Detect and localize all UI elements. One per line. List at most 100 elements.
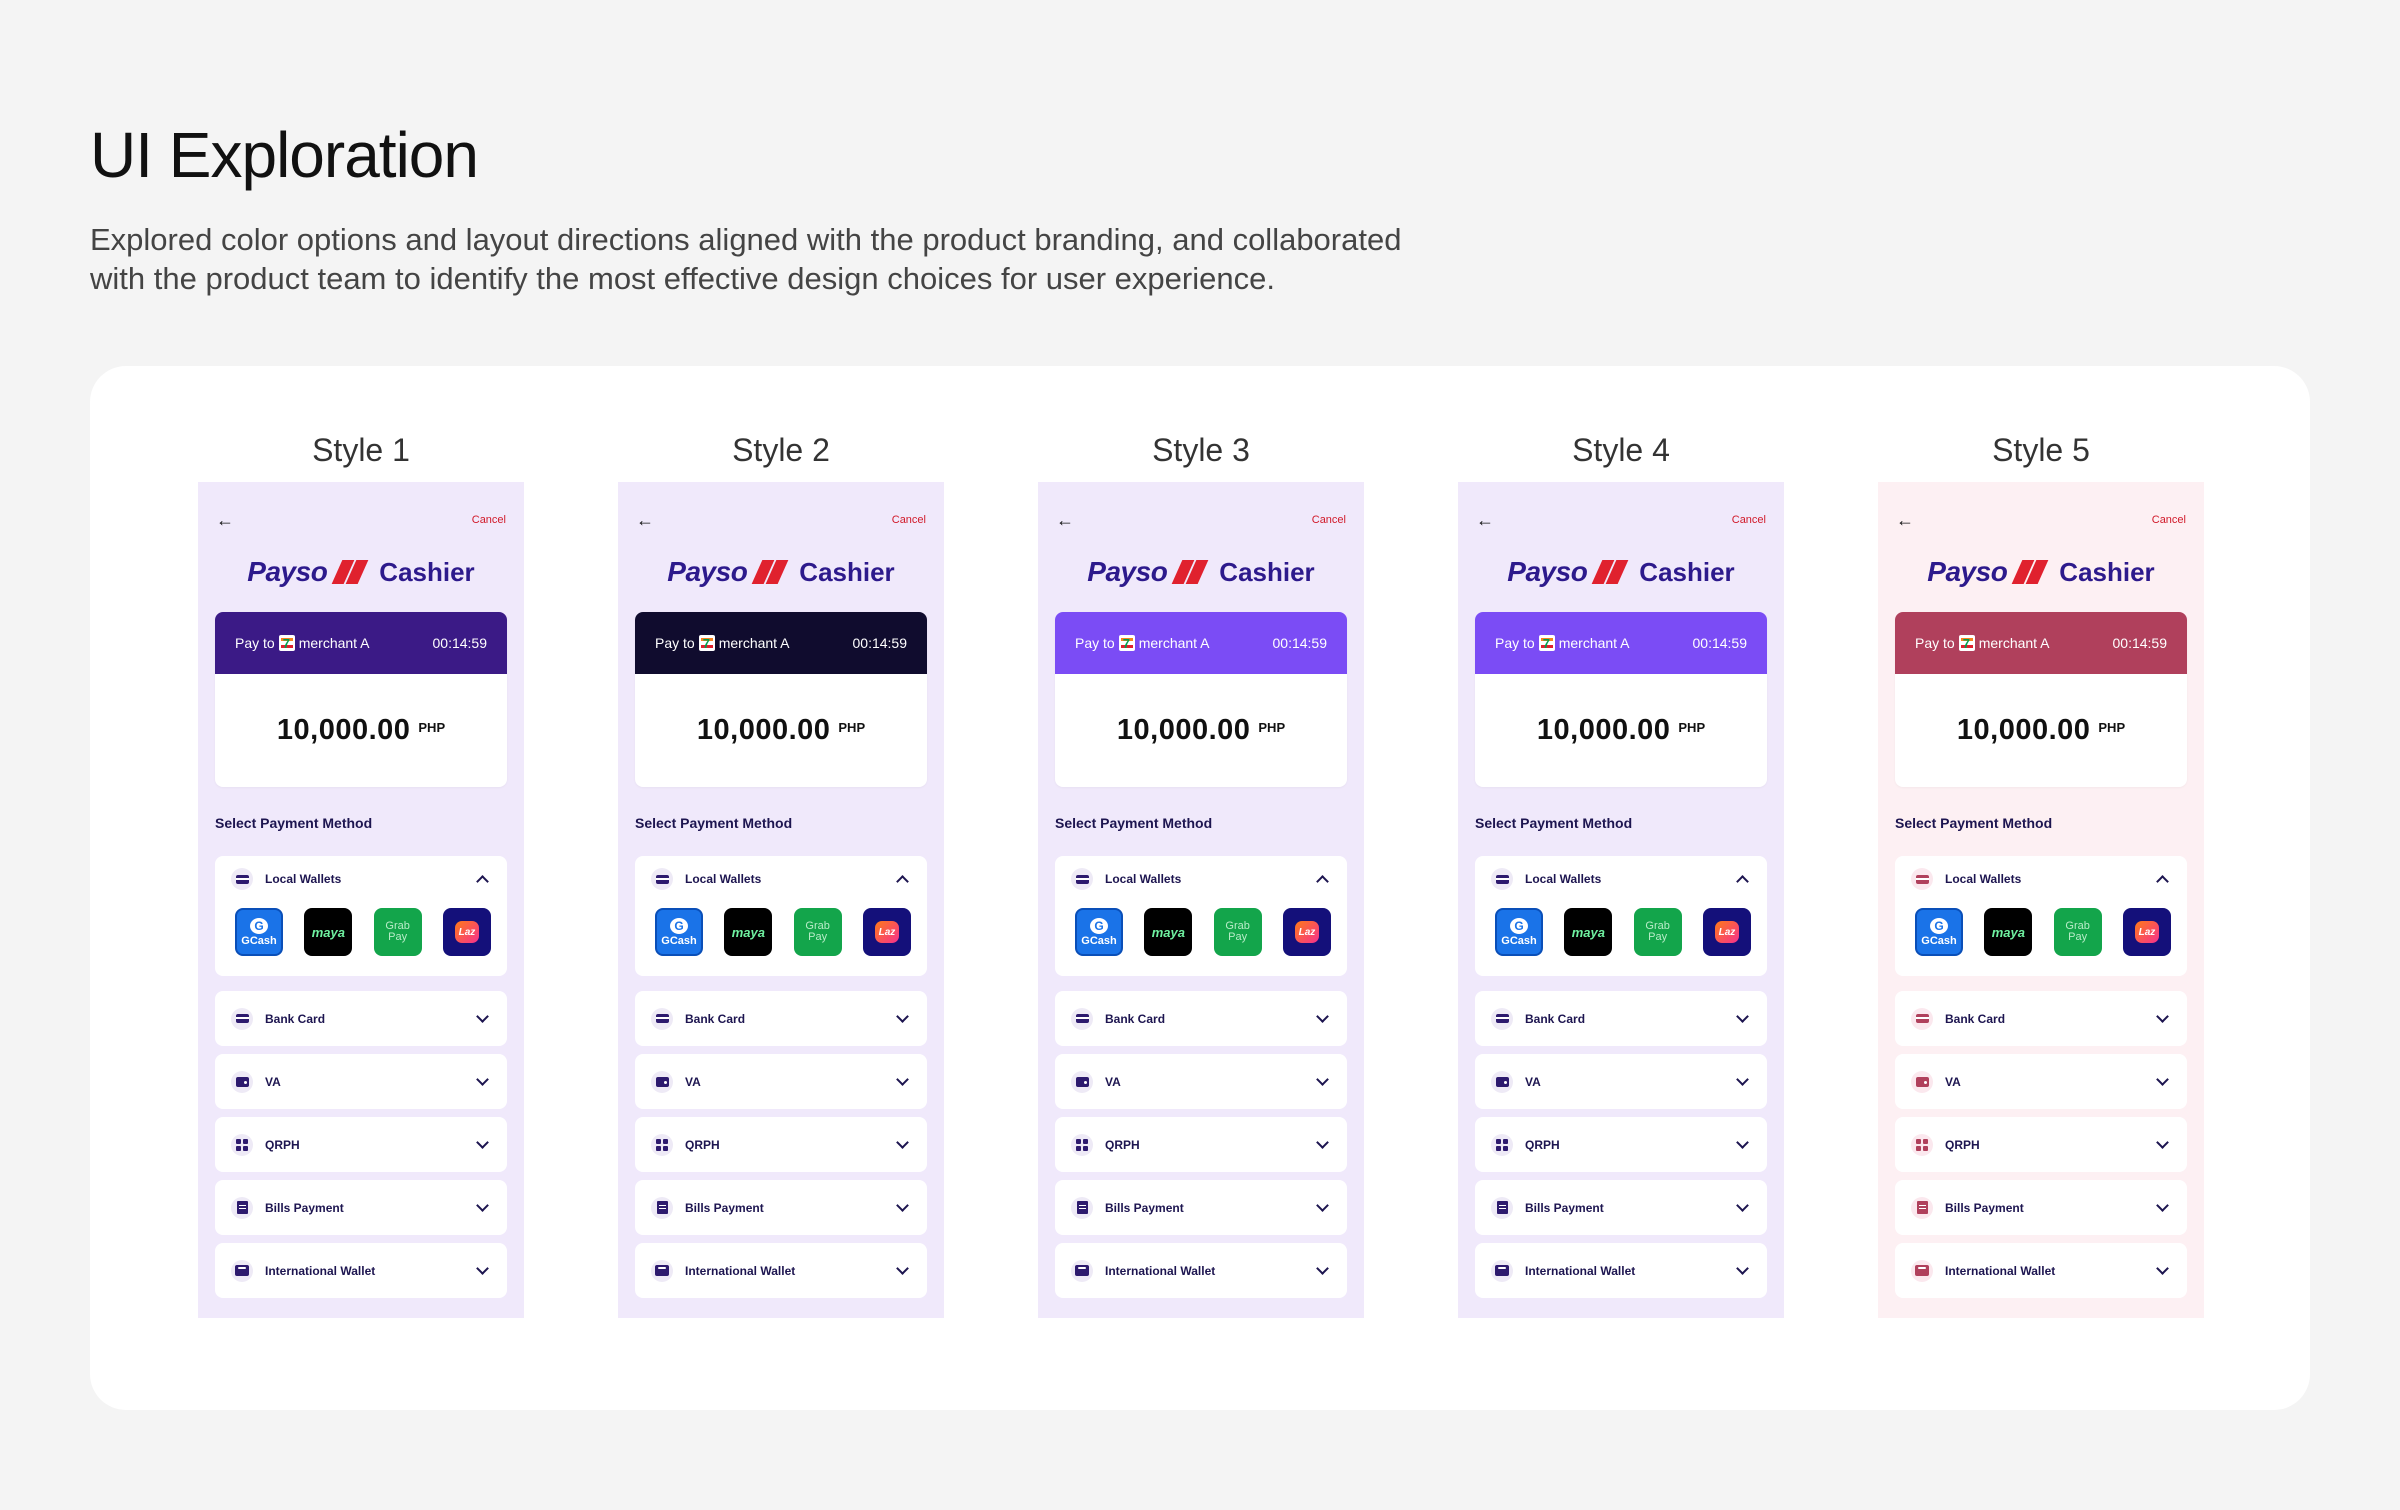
method-row-va[interactable]: VA [1895, 1054, 2187, 1109]
grabpay-option[interactable]: Grab Pay [2053, 908, 2102, 956]
method-row-international-wallet[interactable]: International Wallet [635, 1243, 927, 1298]
method-row-bills-payment[interactable]: Bills Payment [1055, 1180, 1347, 1235]
cancel-button[interactable]: Cancel [2152, 514, 2186, 526]
method-row-international-wallet[interactable]: International Wallet [1895, 1243, 2187, 1298]
method-row-va[interactable]: VA [215, 1054, 507, 1109]
grabpay-option[interactable]: Grab Pay [1213, 908, 1262, 956]
method-label: International Wallet [265, 1263, 376, 1278]
chevron-down-icon[interactable] [1736, 1199, 1749, 1212]
cancel-button[interactable]: Cancel [1312, 514, 1346, 526]
chevron-down-icon[interactable] [896, 1073, 909, 1086]
chevron-down-icon[interactable] [2156, 1136, 2169, 1149]
chevron-down-icon[interactable] [1316, 1136, 1329, 1149]
amount-value: 10,000.00 [1536, 714, 1671, 746]
chevron-down-icon[interactable] [2156, 1262, 2169, 1275]
cancel-button[interactable]: Cancel [1732, 514, 1766, 526]
method-row-qrph[interactable]: QRPH [1895, 1117, 2187, 1172]
method-row-bank-card[interactable]: Bank Card [1895, 991, 2187, 1046]
chevron-down-icon[interactable] [1736, 1010, 1749, 1023]
method-row-international-wallet[interactable]: International Wallet [1055, 1243, 1347, 1298]
chevron-down-icon[interactable] [896, 1262, 909, 1275]
chevron-up-icon[interactable] [896, 874, 909, 888]
method-row-va[interactable]: VA [1475, 1054, 1767, 1109]
method-row-international-wallet[interactable]: International Wallet [1475, 1243, 1767, 1298]
chevron-down-icon[interactable] [896, 1136, 909, 1149]
chevron-down-icon[interactable] [1316, 1073, 1329, 1086]
chevron-down-icon[interactable] [476, 1199, 489, 1212]
local-wallets-header[interactable]: Local Wallets [1071, 868, 1331, 890]
lazada-option[interactable]: Laz [442, 908, 491, 956]
arrow-left-icon[interactable]: ← [1896, 510, 1914, 531]
amount-display: 10,000.00 PHP [1055, 674, 1347, 787]
chevron-down-icon[interactable] [2156, 1073, 2169, 1086]
chevron-up-icon[interactable] [2156, 874, 2169, 888]
arrow-left-icon[interactable]: ← [216, 510, 234, 531]
local-wallets-header[interactable]: Local Wallets [231, 868, 491, 890]
lazada-option[interactable]: Laz [2122, 908, 2171, 956]
maya-option[interactable]: maya [1564, 908, 1613, 956]
local-wallets-header[interactable]: Local Wallets [1911, 868, 2171, 890]
method-row-bank-card[interactable]: Bank Card [1055, 991, 1347, 1046]
gcash-option[interactable]: G GCash [1075, 908, 1123, 956]
chevron-down-icon[interactable] [896, 1010, 909, 1023]
chevron-down-icon[interactable] [2156, 1010, 2169, 1023]
method-row-qrph[interactable]: QRPH [1055, 1117, 1347, 1172]
chevron-down-icon[interactable] [476, 1262, 489, 1275]
maya-option[interactable]: maya [1984, 908, 2033, 956]
lazada-option[interactable]: Laz [862, 908, 911, 956]
gcash-option[interactable]: G GCash [235, 908, 283, 956]
method-row-bank-card[interactable]: Bank Card [215, 991, 507, 1046]
maya-option[interactable]: maya [304, 908, 353, 956]
method-row-international-wallet[interactable]: International Wallet [215, 1243, 507, 1298]
wallet-options: G GCash maya Grab Pay Laz [235, 908, 491, 956]
lazada-logo-icon: Laz [1294, 921, 1319, 943]
local-wallets-header[interactable]: Local Wallets [651, 868, 911, 890]
maya-option[interactable]: maya [724, 908, 773, 956]
grabpay-option[interactable]: Grab Pay [793, 908, 842, 956]
gcash-option[interactable]: G GCash [655, 908, 703, 956]
chevron-up-icon[interactable] [1316, 874, 1329, 888]
chevron-down-icon[interactable] [476, 1010, 489, 1023]
method-row-qrph[interactable]: QRPH [1475, 1117, 1767, 1172]
chevron-down-icon[interactable] [476, 1073, 489, 1086]
method-row-bank-card[interactable]: Bank Card [635, 991, 927, 1046]
cancel-button[interactable]: Cancel [472, 514, 506, 526]
lazada-option[interactable]: Laz [1282, 908, 1331, 956]
chevron-down-icon[interactable] [1736, 1262, 1749, 1275]
method-row-bills-payment[interactable]: Bills Payment [215, 1180, 507, 1235]
cancel-button[interactable]: Cancel [892, 514, 926, 526]
card-icon [651, 1007, 673, 1030]
method-label: QRPH [1525, 1137, 1560, 1152]
arrow-left-icon[interactable]: ← [636, 510, 654, 531]
method-row-va[interactable]: VA [1055, 1054, 1347, 1109]
chevron-down-icon[interactable] [1736, 1073, 1749, 1086]
gcash-option[interactable]: G GCash [1495, 908, 1543, 956]
method-row-qrph[interactable]: QRPH [215, 1117, 507, 1172]
chevron-down-icon[interactable] [476, 1136, 489, 1149]
chevron-down-icon[interactable] [2156, 1199, 2169, 1212]
chevron-down-icon[interactable] [1316, 1199, 1329, 1212]
local-wallets-header[interactable]: Local Wallets [1491, 868, 1751, 890]
arrow-left-icon[interactable]: ← [1476, 510, 1494, 531]
maya-label: maya [1151, 924, 1185, 940]
chevron-down-icon[interactable] [1316, 1262, 1329, 1275]
method-row-bank-card[interactable]: Bank Card [1475, 991, 1767, 1046]
arrow-left-icon[interactable]: ← [1056, 510, 1074, 531]
style-column-2: Style 2 ← Cancel Payso Cashier Pay to me… [618, 426, 944, 1318]
method-row-bills-payment[interactable]: Bills Payment [635, 1180, 927, 1235]
chevron-down-icon[interactable] [1316, 1010, 1329, 1023]
method-row-bills-payment[interactable]: Bills Payment [1895, 1180, 2187, 1235]
maya-option[interactable]: maya [1144, 908, 1193, 956]
method-row-va[interactable]: VA [635, 1054, 927, 1109]
method-row-qrph[interactable]: QRPH [635, 1117, 927, 1172]
method-row-bills-payment[interactable]: Bills Payment [1475, 1180, 1767, 1235]
chevron-down-icon[interactable] [1736, 1136, 1749, 1149]
grabpay-option[interactable]: Grab Pay [1633, 908, 1682, 956]
lazada-option[interactable]: Laz [1702, 908, 1751, 956]
chevron-down-icon[interactable] [896, 1199, 909, 1212]
wallet-icon [231, 868, 253, 890]
chevron-up-icon[interactable] [1736, 874, 1749, 888]
gcash-option[interactable]: G GCash [1915, 908, 1963, 956]
chevron-up-icon[interactable] [476, 874, 489, 888]
grabpay-option[interactable]: Grab Pay [373, 908, 422, 956]
